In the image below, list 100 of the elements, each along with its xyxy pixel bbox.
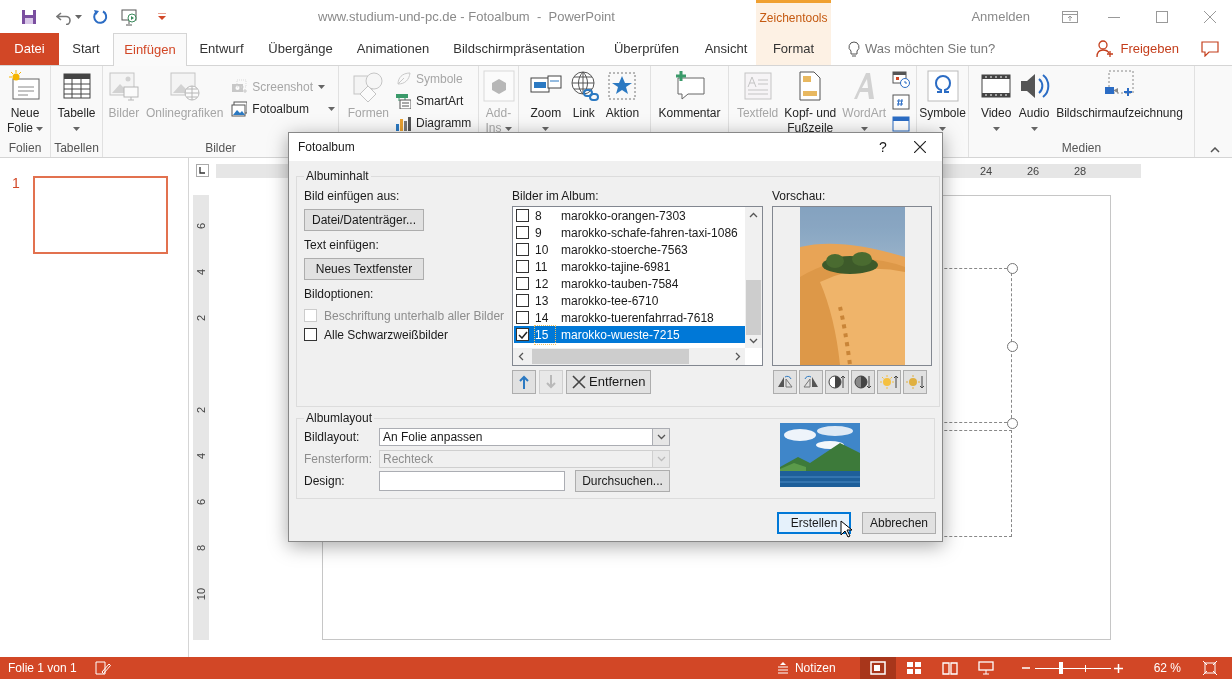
list-row[interactable]: 12 marokko-tauben-7584 [514,275,745,292]
action-button[interactable]: Aktion [603,66,642,141]
ribbon-tab[interactable]: Start [59,33,113,65]
dropdown-field[interactable]: An Folie anpassen [379,427,670,446]
screen-recording-button[interactable]: Bildschirmaufzeichnung [1054,66,1185,141]
horizontal-scrollbar[interactable] [513,348,745,365]
picture-name: marokko-tee-6710 [561,292,659,310]
ribbon-tab[interactable]: Übergänge [256,33,345,65]
customize-caret-icon[interactable] [158,13,166,20]
spell-check-icon[interactable] [94,661,111,675]
caret-icon[interactable] [75,14,82,19]
caret-icon [36,126,43,131]
zoom-slider[interactable] [1034,662,1111,674]
list-row[interactable]: 8 marokko-orangen-7303 [514,207,745,224]
image-tool-button[interactable] [799,370,823,394]
screenshot-icon [231,79,248,95]
file-button[interactable]: Datei/Datenträger... [304,209,424,231]
checkbox[interactable] [516,260,529,273]
checkbox[interactable] [516,277,529,290]
ribbon-tab[interactable]: Überprüfen [597,33,696,65]
ruler-number: 28 [1073,165,1087,177]
smartart-button[interactable]: SmartArt [395,90,472,112]
ribbon-options-icon[interactable] [1062,10,1078,23]
presentation-icon[interactable] [120,7,138,26]
vertical-scrollbar[interactable] [745,207,762,348]
zoom-thumb[interactable] [1059,662,1064,674]
group-label: Bilder [205,141,236,157]
scroll-left-icon [518,352,524,361]
comment-icon[interactable] [1201,41,1219,57]
list-row[interactable]: 15 marokko-wueste-7215 [514,326,745,343]
new-text-box-button[interactable]: Neues Textfenster [304,258,424,280]
maximize-icon[interactable] [1156,10,1168,23]
table-icon [60,70,93,102]
zoom-button[interactable]: Zoom [527,66,564,141]
save-icon[interactable] [21,8,37,25]
checkbox[interactable] [516,311,529,324]
comment-button[interactable]: Kommentar [656,66,723,141]
photo-album-button[interactable]: Fotoalbum [231,98,336,120]
ruler-number: 8 [195,544,207,552]
header-footer-button[interactable]: Kopf- und Fußzeile [782,66,839,141]
resize-handle[interactable] [1007,341,1018,352]
checkbox[interactable] [516,226,529,239]
resize-handle[interactable] [1007,418,1018,429]
new-slide-button[interactable]: Neue Folie [5,66,45,141]
slide-thumbnail[interactable] [33,176,168,254]
fit-to-window-icon[interactable] [1203,661,1217,675]
checkbox[interactable] [516,328,529,341]
audio-button[interactable]: Audio [1016,66,1053,141]
image-tool-button[interactable] [825,370,849,394]
ribbon-tab[interactable]: Ansicht [696,33,756,65]
picture-list[interactable]: 8 marokko-orangen-7303 9 marokko-schafe-fahren-taxi-1086 10 marokko-stoerche-7563 11 marokko-tajine-6981 12 marokko-tauben-7584 13 marokko-tee-6710 14 marokko-tuerenfahrrad-7618 15 marokko-wueste-7215 [512,206,763,366]
sign-in-link[interactable]: Anmelden [971,6,1030,27]
cancel-button[interactable]: Abbrechen [862,512,936,534]
list-row[interactable]: 9 marokko-schafe-fahren-taxi-1086 [514,224,745,241]
remove-button[interactable]: Entfernen [566,370,652,394]
image-tool-button[interactable] [851,370,875,394]
object-icon[interactable] [892,116,911,132]
tell-me-field[interactable]: Was möchten Sie tun? [865,39,1015,59]
section-title: Albumlayout [305,410,374,427]
slide-number: 1 [11,176,21,190]
tab-stop-icon[interactable] [196,164,209,177]
brightness-up-icon [880,373,898,391]
close-icon[interactable] [914,141,926,153]
checkbox[interactable] [516,243,529,256]
design-input[interactable] [379,470,565,491]
chart-button[interactable]: Diagramm [395,112,472,134]
list-row[interactable]: 14 marokko-tuerenfahrrad-7618 [514,309,745,326]
slide-number-icon[interactable] [892,94,911,110]
video-button[interactable]: Video [978,66,1015,141]
checkbox[interactable] [516,209,529,222]
table-button[interactable]: Tabelle [55,66,98,141]
ribbon-tab[interactable]: Animationen [345,33,441,65]
group-label: Medien [1061,141,1102,157]
ribbon-tab[interactable]: Entwurf [187,33,256,65]
checkbox[interactable] [304,328,317,341]
list-row[interactable]: 10 marokko-stoerche-7563 [514,241,745,258]
notes-button[interactable]: Notizen [776,657,836,679]
ribbon-tab[interactable]: Format [756,33,831,65]
list-row[interactable]: 11 marokko-tajine-6981 [514,258,745,275]
calendar-clock-icon[interactable] [892,70,911,88]
move-up-button[interactable] [512,370,536,394]
ribbon-tab[interactable]: Einfügen [113,33,187,66]
image-tool-button[interactable] [773,370,797,394]
create-button[interactable]: Erstellen [777,512,851,534]
checkbox[interactable] [516,294,529,307]
contextual-group-label: Zeichentools [759,10,828,27]
list-row[interactable]: 13 marokko-tee-6710 [514,292,745,309]
textbox-icon [741,70,774,102]
resize-handle[interactable] [1007,263,1018,274]
action-icon [606,70,639,102]
symbol-button[interactable]: Symbole [917,66,968,141]
picture-name: marokko-tauben-7584 [561,275,679,293]
browse-button[interactable]: Durchsuchen... [575,469,670,492]
slideshow-icon [977,661,994,675]
share-button[interactable]: Freigeben [1096,33,1179,65]
ribbon-tab[interactable]: Bildschirmpräsentation [441,33,597,65]
view-button[interactable] [859,657,896,679]
collapse-ribbon-icon[interactable] [1210,147,1220,153]
ribbon-tab[interactable]: Datei [0,33,59,65]
redo-icon[interactable] [92,8,108,25]
